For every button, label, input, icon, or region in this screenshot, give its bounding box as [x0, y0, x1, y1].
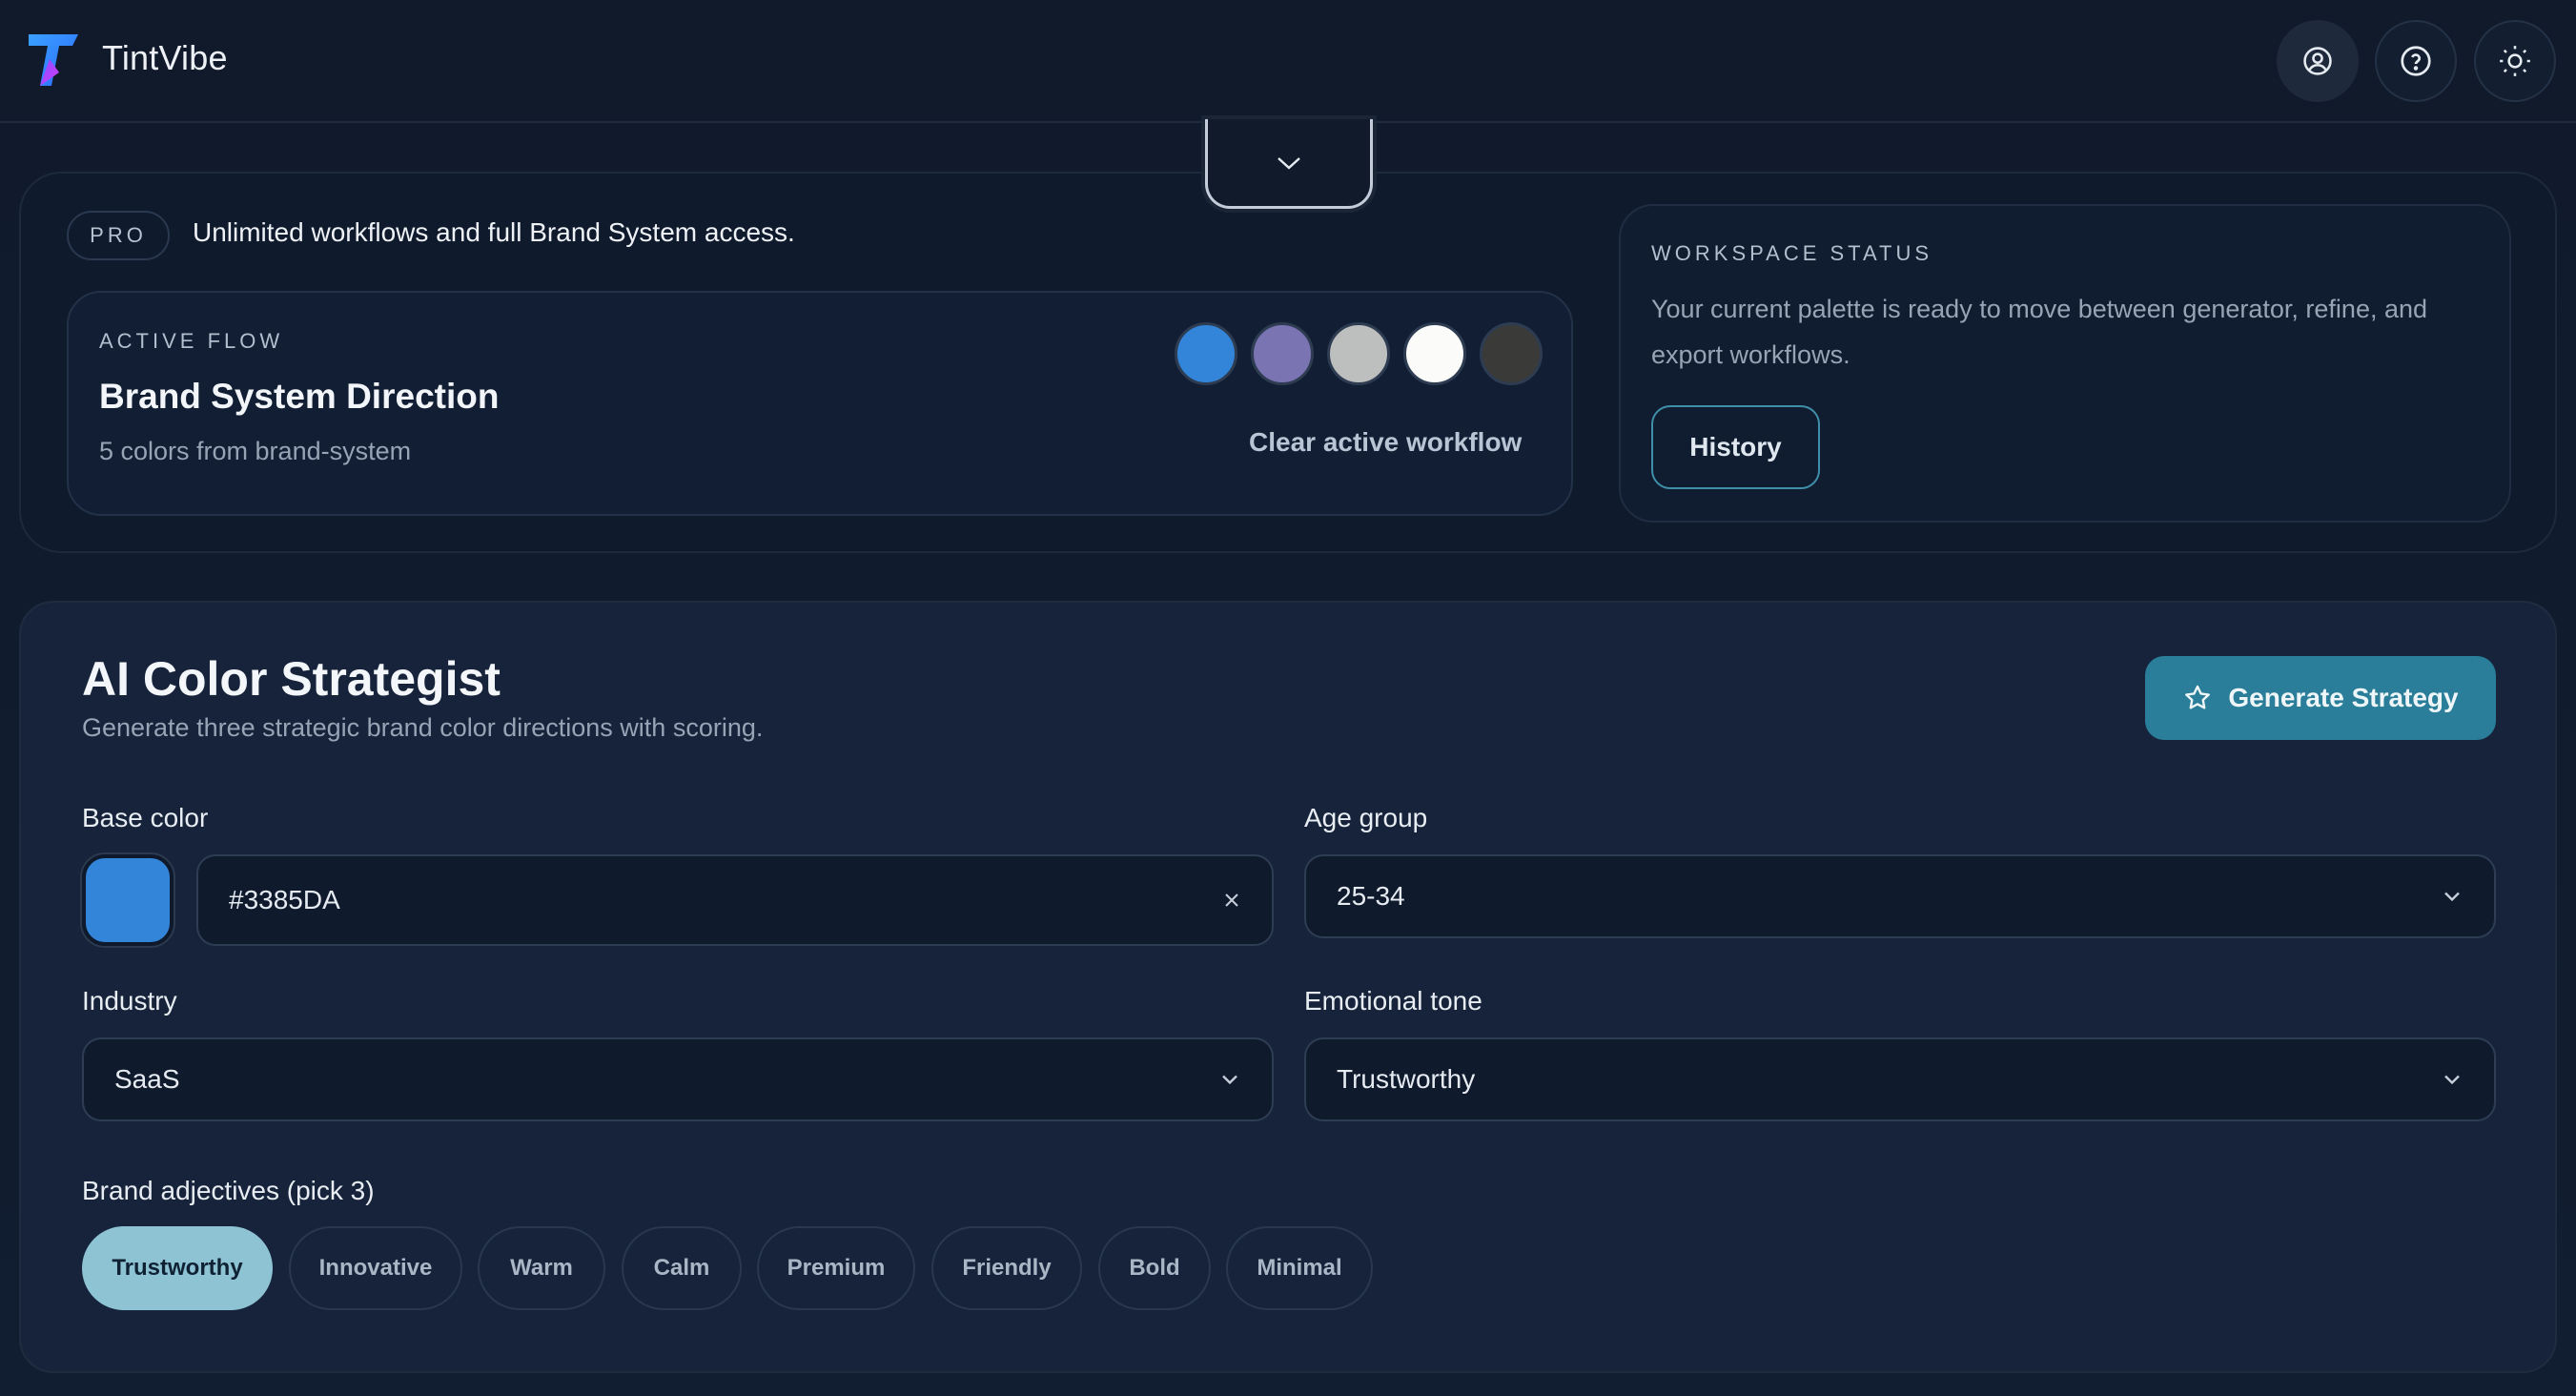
brand-adjectives-label: Brand adjectives (pick 3)	[82, 1176, 375, 1205]
age-group-select[interactable]: 25-34	[1304, 854, 2496, 938]
industry-value: SaaS	[114, 1064, 180, 1094]
palette-swatch-3	[1327, 322, 1390, 385]
base-color-picker[interactable]	[82, 854, 174, 946]
workspace-status-text: Your current palette is ready to move be…	[1651, 295, 2428, 369]
age-group-value: 25-34	[1337, 881, 1405, 911]
collapse-panel-toggle[interactable]	[1205, 119, 1373, 209]
adjective-chip-friendly[interactable]: Friendly	[931, 1226, 1082, 1310]
palette-swatch-5	[1480, 322, 1543, 385]
chevron-down-icon	[2444, 1075, 2460, 1085]
chevron-down-icon	[1222, 1075, 1237, 1085]
sun-icon	[2500, 46, 2530, 76]
chevron-down-icon	[2444, 892, 2460, 902]
help-button[interactable]	[2375, 20, 2457, 102]
generate-strategy-label: Generate Strategy	[2228, 683, 2459, 712]
palette-swatch-1	[1175, 322, 1237, 385]
help-icon	[2401, 46, 2431, 76]
emotional-tone-select[interactable]: Trustworthy	[1304, 1037, 2496, 1121]
palette-swatch-4	[1403, 322, 1466, 385]
adjective-chip-minimal[interactable]: Minimal	[1226, 1226, 1373, 1310]
emotional-tone-value: Trustworthy	[1337, 1064, 1476, 1094]
clear-workflow-button[interactable]: Clear active workflow	[1249, 427, 1522, 458]
plan-description: Unlimited workflows and full Brand Syste…	[193, 217, 795, 247]
tintvibe-logo-icon	[29, 34, 78, 86]
adjective-chip-innovative[interactable]: Innovative	[289, 1226, 462, 1310]
adjective-chip-warm[interactable]: Warm	[478, 1226, 605, 1310]
base-color-input[interactable]: #3385DA	[196, 854, 1274, 946]
chevron-down-icon	[1278, 156, 1300, 170]
workspace-status-eyebrow: WORKSPACE STATUS	[1651, 241, 1933, 265]
adjective-chip-premium[interactable]: Premium	[757, 1226, 915, 1310]
plan-badge: PRO	[67, 211, 170, 260]
history-button[interactable]: History	[1651, 405, 1820, 489]
adjective-chip-calm[interactable]: Calm	[622, 1226, 742, 1310]
industry-label: Industry	[82, 986, 177, 1016]
user-icon	[2303, 47, 2332, 75]
generate-strategy-button[interactable]: Generate Strategy	[2145, 656, 2496, 740]
brand-name: TintVibe	[102, 38, 228, 77]
age-group-label: Age group	[1304, 803, 1428, 832]
base-color-label: Base color	[82, 803, 209, 832]
star-icon	[2185, 685, 2211, 709]
strategist-subtitle: Generate three strategic brand color dir…	[82, 713, 764, 742]
clear-input-icon[interactable]	[1220, 889, 1243, 912]
base-color-value: #3385DA	[229, 885, 340, 914]
adjective-chip-bold[interactable]: Bold	[1098, 1226, 1211, 1310]
active-flow-subtitle: 5 colors from brand-system	[99, 437, 412, 465]
palette-swatch-2	[1251, 322, 1314, 385]
app-page: TintVibe PRO Unlimited workflows and ful…	[0, 0, 2576, 1396]
top-header: TintVibe	[0, 0, 2576, 123]
active-flow-title: Brand System Direction	[99, 377, 500, 416]
theme-toggle-button[interactable]	[2474, 20, 2556, 102]
emotional-tone-label: Emotional tone	[1304, 986, 1482, 1016]
active-flow-eyebrow: ACTIVE FLOW	[99, 329, 284, 353]
account-button[interactable]	[2277, 20, 2359, 102]
adjective-chip-trustworthy[interactable]: Trustworthy	[82, 1226, 273, 1310]
industry-select[interactable]: SaaS	[82, 1037, 1274, 1121]
strategist-title: AI Color Strategist	[82, 652, 501, 706]
